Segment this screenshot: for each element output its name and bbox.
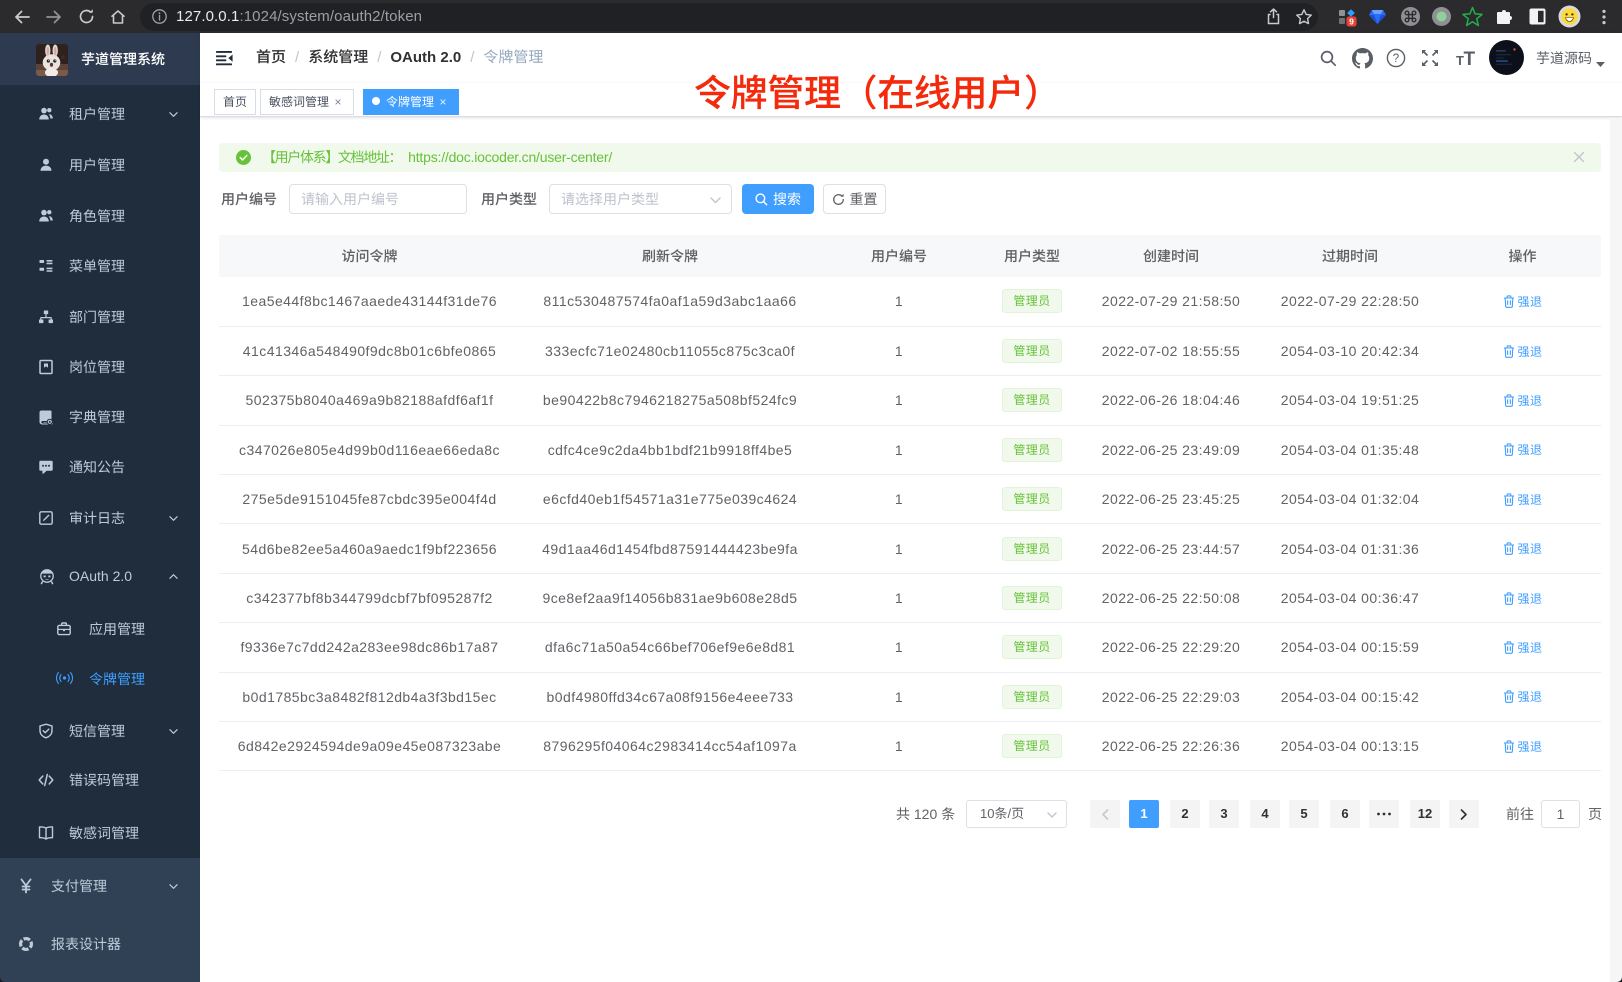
svg-text:?: ? [1393,53,1399,65]
svg-text:T: T [1464,49,1476,69]
svg-text:9: 9 [1349,16,1354,26]
